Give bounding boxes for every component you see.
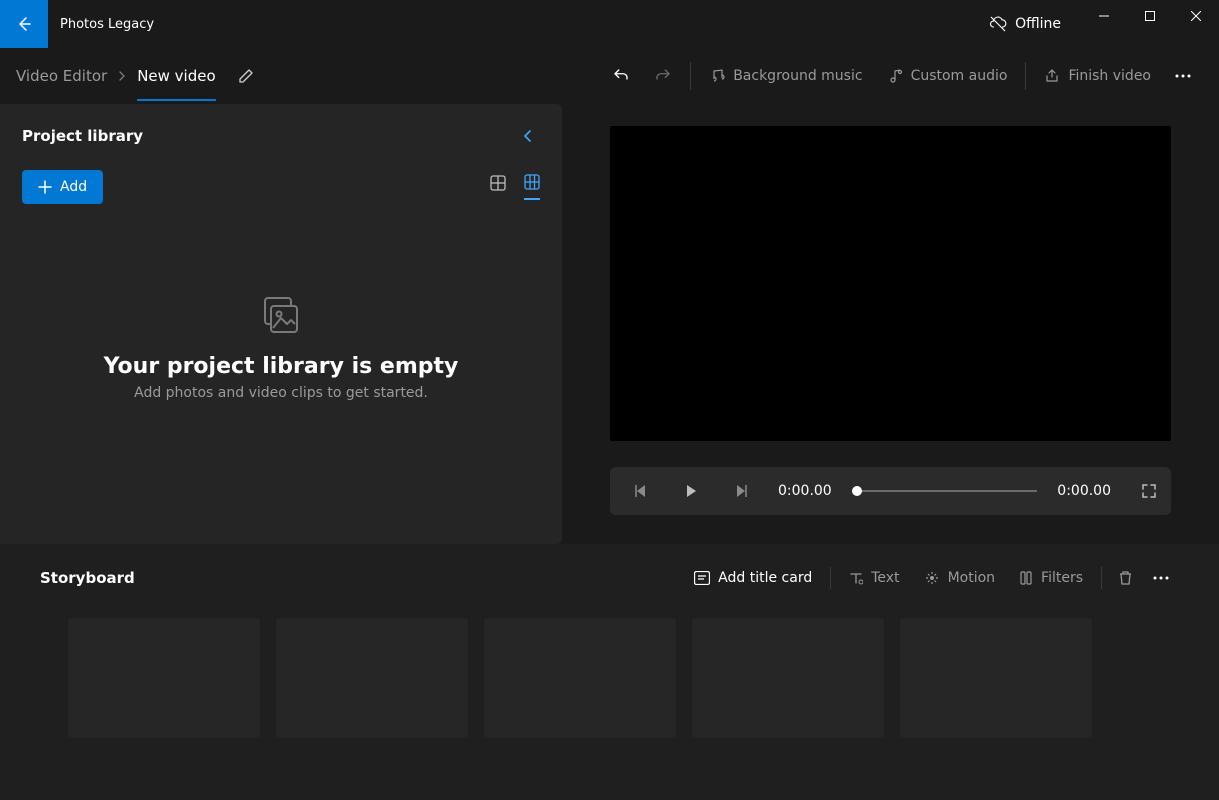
large-tiles-view-button[interactable] <box>490 175 506 199</box>
background-music-button[interactable]: Background music <box>697 60 874 92</box>
breadcrumb-root[interactable]: Video Editor <box>16 67 107 85</box>
close-icon <box>1191 11 1201 21</box>
separator <box>1101 567 1102 589</box>
storyboard-slot[interactable] <box>276 618 468 738</box>
motion-label: Motion <box>948 570 995 586</box>
filters-label: Filters <box>1041 570 1083 586</box>
text-icon <box>849 571 863 585</box>
minimize-icon <box>1099 11 1109 21</box>
add-title-card-button[interactable]: Add title card <box>682 564 824 592</box>
pencil-icon <box>238 68 254 84</box>
collapse-library-button[interactable] <box>516 124 540 148</box>
playback-controls: 0:00.00 0:00.00 <box>610 467 1171 515</box>
storyboard-slot[interactable] <box>692 618 884 738</box>
storyboard-more-button[interactable] <box>1143 570 1179 586</box>
offline-label: Offline <box>1015 16 1061 32</box>
grid-2x2-icon <box>490 175 506 191</box>
more-icon <box>1153 576 1169 580</box>
separator <box>1025 62 1026 90</box>
library-empty-state: Your project library is empty Add photos… <box>22 294 540 401</box>
finish-video-button[interactable]: Finish video <box>1032 60 1163 92</box>
motion-button[interactable]: Motion <box>912 564 1007 592</box>
music-icon <box>709 68 725 84</box>
add-media-label: Add <box>60 179 87 195</box>
toolbar-more-button[interactable] <box>1163 74 1203 78</box>
step-forward-button[interactable] <box>724 474 758 508</box>
empty-library-icon <box>22 294 540 338</box>
window-controls <box>1081 16 1219 32</box>
maximize-button[interactable] <box>1127 0 1173 32</box>
add-media-button[interactable]: Add <box>22 170 103 204</box>
text-label: Text <box>871 570 899 586</box>
play-icon <box>683 483 699 499</box>
small-tiles-view-button[interactable] <box>524 174 540 200</box>
storyboard-slot[interactable] <box>68 618 260 738</box>
redo-icon <box>654 67 672 85</box>
fullscreen-icon <box>1141 483 1157 499</box>
separator <box>690 62 691 90</box>
empty-subtitle: Add photos and video clips to get starte… <box>22 385 540 401</box>
current-time: 0:00.00 <box>768 483 842 499</box>
storyboard-slots <box>40 618 1179 738</box>
seek-bar[interactable] <box>852 490 1038 492</box>
storyboard-panel: Storyboard Add title card Text Motion <box>0 544 1219 800</box>
editor-toolbar: Video Editor New video Background music <box>0 48 1219 104</box>
title-card-icon <box>694 571 710 585</box>
storyboard-title: Storyboard <box>40 569 135 587</box>
skip-back-icon <box>633 483 649 499</box>
filters-icon <box>1019 571 1033 585</box>
background-music-label: Background music <box>733 68 862 84</box>
custom-audio-button[interactable]: Custom audio <box>875 60 1020 92</box>
export-icon <box>1044 68 1060 84</box>
motion-icon <box>924 570 940 586</box>
plus-icon <box>38 180 52 194</box>
add-title-card-label: Add title card <box>718 570 812 586</box>
minimize-button[interactable] <box>1081 0 1127 32</box>
close-button[interactable] <box>1173 0 1219 32</box>
app-title: Photos Legacy <box>60 17 154 32</box>
storyboard-slot[interactable] <box>484 618 676 738</box>
finish-video-label: Finish video <box>1068 68 1151 84</box>
delete-clip-button[interactable] <box>1108 564 1143 592</box>
filters-button[interactable]: Filters <box>1007 564 1095 592</box>
video-preview[interactable] <box>610 126 1171 441</box>
breadcrumb-current[interactable]: New video <box>137 67 215 101</box>
main-area: Project library Add <box>0 104 1219 544</box>
arrow-left-icon <box>16 16 32 32</box>
back-button[interactable] <box>0 0 48 48</box>
cloud-off-icon <box>989 15 1007 33</box>
total-time: 0:00.00 <box>1047 483 1121 499</box>
undo-icon <box>612 67 630 85</box>
fullscreen-button[interactable] <box>1141 483 1157 499</box>
project-library-panel: Project library Add <box>0 104 562 544</box>
more-icon <box>1175 74 1191 78</box>
rename-button[interactable] <box>230 60 262 92</box>
preview-panel: 0:00.00 0:00.00 <box>562 104 1219 544</box>
seek-handle[interactable] <box>852 486 862 496</box>
audio-icon <box>887 68 903 84</box>
redo-button[interactable] <box>642 59 684 93</box>
project-library-title: Project library <box>22 127 143 145</box>
play-button[interactable] <box>674 474 708 508</box>
trash-icon <box>1118 570 1133 586</box>
offline-indicator[interactable]: Offline <box>969 0 1081 48</box>
undo-button[interactable] <box>600 59 642 93</box>
titlebar: Photos Legacy Offline <box>0 0 1219 48</box>
empty-title: Your project library is empty <box>22 354 540 379</box>
text-button[interactable]: Text <box>837 564 911 592</box>
skip-forward-icon <box>733 483 749 499</box>
storyboard-slot[interactable] <box>900 618 1092 738</box>
grid-3x3-icon <box>524 174 540 190</box>
separator <box>830 567 831 589</box>
step-back-button[interactable] <box>624 474 658 508</box>
chevron-left-icon <box>522 130 534 142</box>
custom-audio-label: Custom audio <box>911 68 1008 84</box>
chevron-right-icon <box>117 71 127 81</box>
maximize-icon <box>1145 11 1155 21</box>
